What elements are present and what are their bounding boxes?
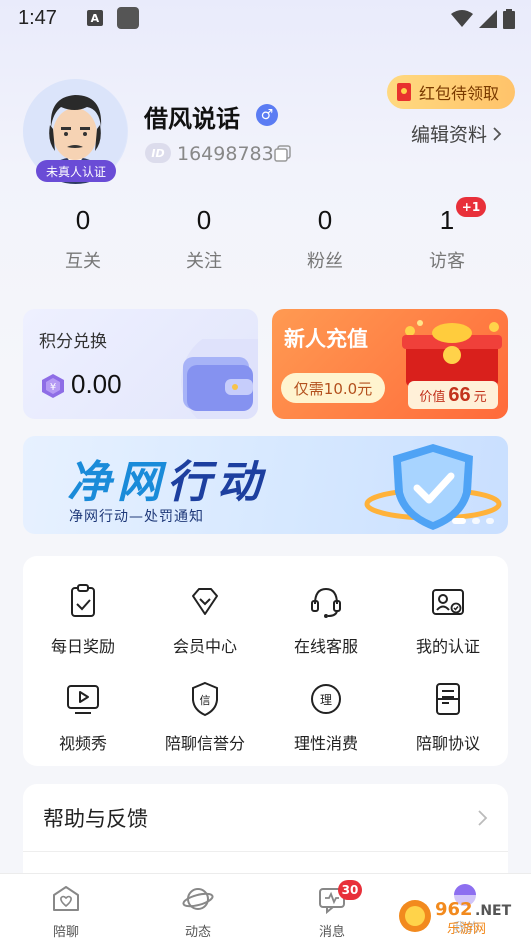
wallet-icon <box>181 339 258 419</box>
copy-icon[interactable] <box>274 145 291 162</box>
signal-icon <box>479 10 497 28</box>
points-title: 积分兑换 <box>39 332 107 352</box>
chevron-right-icon <box>478 809 488 826</box>
nickname: 借风说话 <box>144 105 240 133</box>
banner-pager <box>452 518 494 524</box>
banner-title-part2: 行动 <box>167 457 267 508</box>
grid-video-show[interactable]: 视频秀 <box>28 679 138 754</box>
grid-chat-agreement[interactable]: 陪聊协议 <box>393 679 503 754</box>
credit-glyph: 信 <box>200 694 211 707</box>
stat-value: 0 <box>196 205 212 235</box>
clipboard-check-icon <box>71 584 95 617</box>
help-label: 帮助与反馈 <box>43 806 148 831</box>
stat-following[interactable]: 0 关注 <box>164 205 244 273</box>
points-value: 0.00 <box>71 369 122 399</box>
grid-vip-center[interactable]: 会员中心 <box>150 582 260 657</box>
recharge-price-pill: 仅需10.0元 <box>281 373 385 403</box>
stat-label: 访客 <box>429 251 465 272</box>
svg-text:.NET: .NET <box>475 903 512 919</box>
coin-symbol: ¥ <box>50 382 56 393</box>
redpack-label: 红包待领取 <box>419 84 500 103</box>
status-icons <box>451 9 515 29</box>
messages-unread-badge: 30 <box>338 880 362 900</box>
worth-value: 66 <box>448 383 471 406</box>
banner-subtitle: 净网行动—处罚通知 <box>69 509 204 525</box>
feature-grid: 每日奖励 会员中心 在线客服 我的认证 视频秀 信 陪聊信誉分 理 理性消费 陪… <box>23 556 508 766</box>
credit-shield-icon: 信 <box>192 681 218 717</box>
worth-prefix: 价值 <box>419 389 446 405</box>
user-id: 16498783 <box>177 143 274 165</box>
chevron-right-icon <box>493 126 502 141</box>
stat-mutual[interactable]: 0 互关 <box>43 205 123 273</box>
watermark-logo-icon: 962 .NET 乐游网 <box>395 895 527 937</box>
grid-label: 视频秀 <box>58 734 107 753</box>
watermark-logo: 962 .NET 乐游网 <box>395 893 527 939</box>
clean-web-banner[interactable]: 净网行动 净网行动—处罚通知 <box>23 436 508 534</box>
help-feedback-row[interactable]: 帮助与反馈 <box>23 784 508 852</box>
nav-tab-moments[interactable]: 动态 <box>163 884 233 940</box>
banner-title-part1: 净网 <box>67 457 167 508</box>
wifi-icon <box>451 10 473 27</box>
planet-icon <box>182 888 214 910</box>
newbie-recharge-card[interactable]: 新人充值 仅需10.0元 价值 66 元 <box>272 309 508 419</box>
grid-label: 我的认证 <box>415 637 480 656</box>
stat-value: 0 <box>75 205 91 235</box>
nav-label: 消息 <box>318 925 345 940</box>
grid-label: 在线客服 <box>293 637 358 656</box>
grid-label: 会员中心 <box>172 637 237 656</box>
recharge-title: 新人充值 <box>284 327 368 351</box>
nav-label: 陪聊 <box>52 925 79 940</box>
pager-dot <box>452 518 466 524</box>
settings-list-continuation <box>23 852 508 874</box>
nav-tab-chat[interactable]: 陪聊 <box>31 884 101 940</box>
stat-label: 关注 <box>186 251 222 272</box>
grid-label: 理性消费 <box>293 734 358 753</box>
stat-label: 粉丝 <box>307 251 343 272</box>
agreement-doc-icon <box>436 683 460 715</box>
grid-rational-spending[interactable]: 理 理性消费 <box>271 679 381 754</box>
grid-label: 陪聊协议 <box>415 734 480 753</box>
notification-app-icon <box>116 7 139 29</box>
id-card-icon <box>432 589 464 615</box>
video-play-icon <box>67 685 99 714</box>
diamond-icon <box>192 588 218 615</box>
worth-suffix: 元 <box>473 389 487 405</box>
gift-box-icon <box>402 320 502 387</box>
pager-dot <box>472 518 480 524</box>
redpack-claim-button[interactable]: 红包待领取 <box>387 75 515 109</box>
heart-home-icon <box>53 886 79 911</box>
pager-dot <box>486 518 494 524</box>
edit-profile-link[interactable]: 编辑资料 <box>411 120 502 147</box>
grid-credit-score[interactable]: 信 陪聊信誉分 <box>150 679 260 754</box>
male-gender-icon: ♂ <box>256 104 278 126</box>
points-coin-icon: ¥ <box>42 374 64 398</box>
stat-fans[interactable]: 0 粉丝 <box>285 205 365 273</box>
notification-a-icon: A <box>86 10 103 26</box>
nav-label: 动态 <box>184 925 211 940</box>
svg-text:962: 962 <box>435 899 473 920</box>
grid-my-verification[interactable]: 我的认证 <box>393 582 503 657</box>
grid-daily-reward[interactable]: 每日奖励 <box>28 582 138 657</box>
points-exchange-card[interactable]: 积分兑换 ¥ 0.00 <box>23 309 258 419</box>
grid-customer-service[interactable]: 在线客服 <box>271 582 381 657</box>
stat-label: 互关 <box>65 251 101 272</box>
red-envelope-icon <box>397 83 411 101</box>
worth-tag: 价值 66 元 <box>408 381 498 409</box>
visitor-new-badge: +1 <box>456 197 486 217</box>
status-time: 1:47 <box>18 6 57 29</box>
grid-label: 陪聊信誉分 <box>164 734 245 753</box>
id-badge-icon: ID <box>145 143 171 163</box>
svg-text:乐游网: 乐游网 <box>447 922 486 937</box>
banner-title: 净网行动 <box>67 446 267 510</box>
status-bar: 1:47 A <box>0 0 531 36</box>
edit-profile-label: 编辑资料 <box>411 124 488 146</box>
headset-icon <box>311 587 341 618</box>
rational-spend-icon: 理 <box>311 684 341 714</box>
rational-glyph: 理 <box>320 693 332 707</box>
verify-status-tag[interactable]: 未真人认证 <box>36 160 116 182</box>
grid-label: 每日奖励 <box>50 637 115 656</box>
stat-value: 0 <box>317 205 333 235</box>
battery-icon <box>503 9 515 29</box>
